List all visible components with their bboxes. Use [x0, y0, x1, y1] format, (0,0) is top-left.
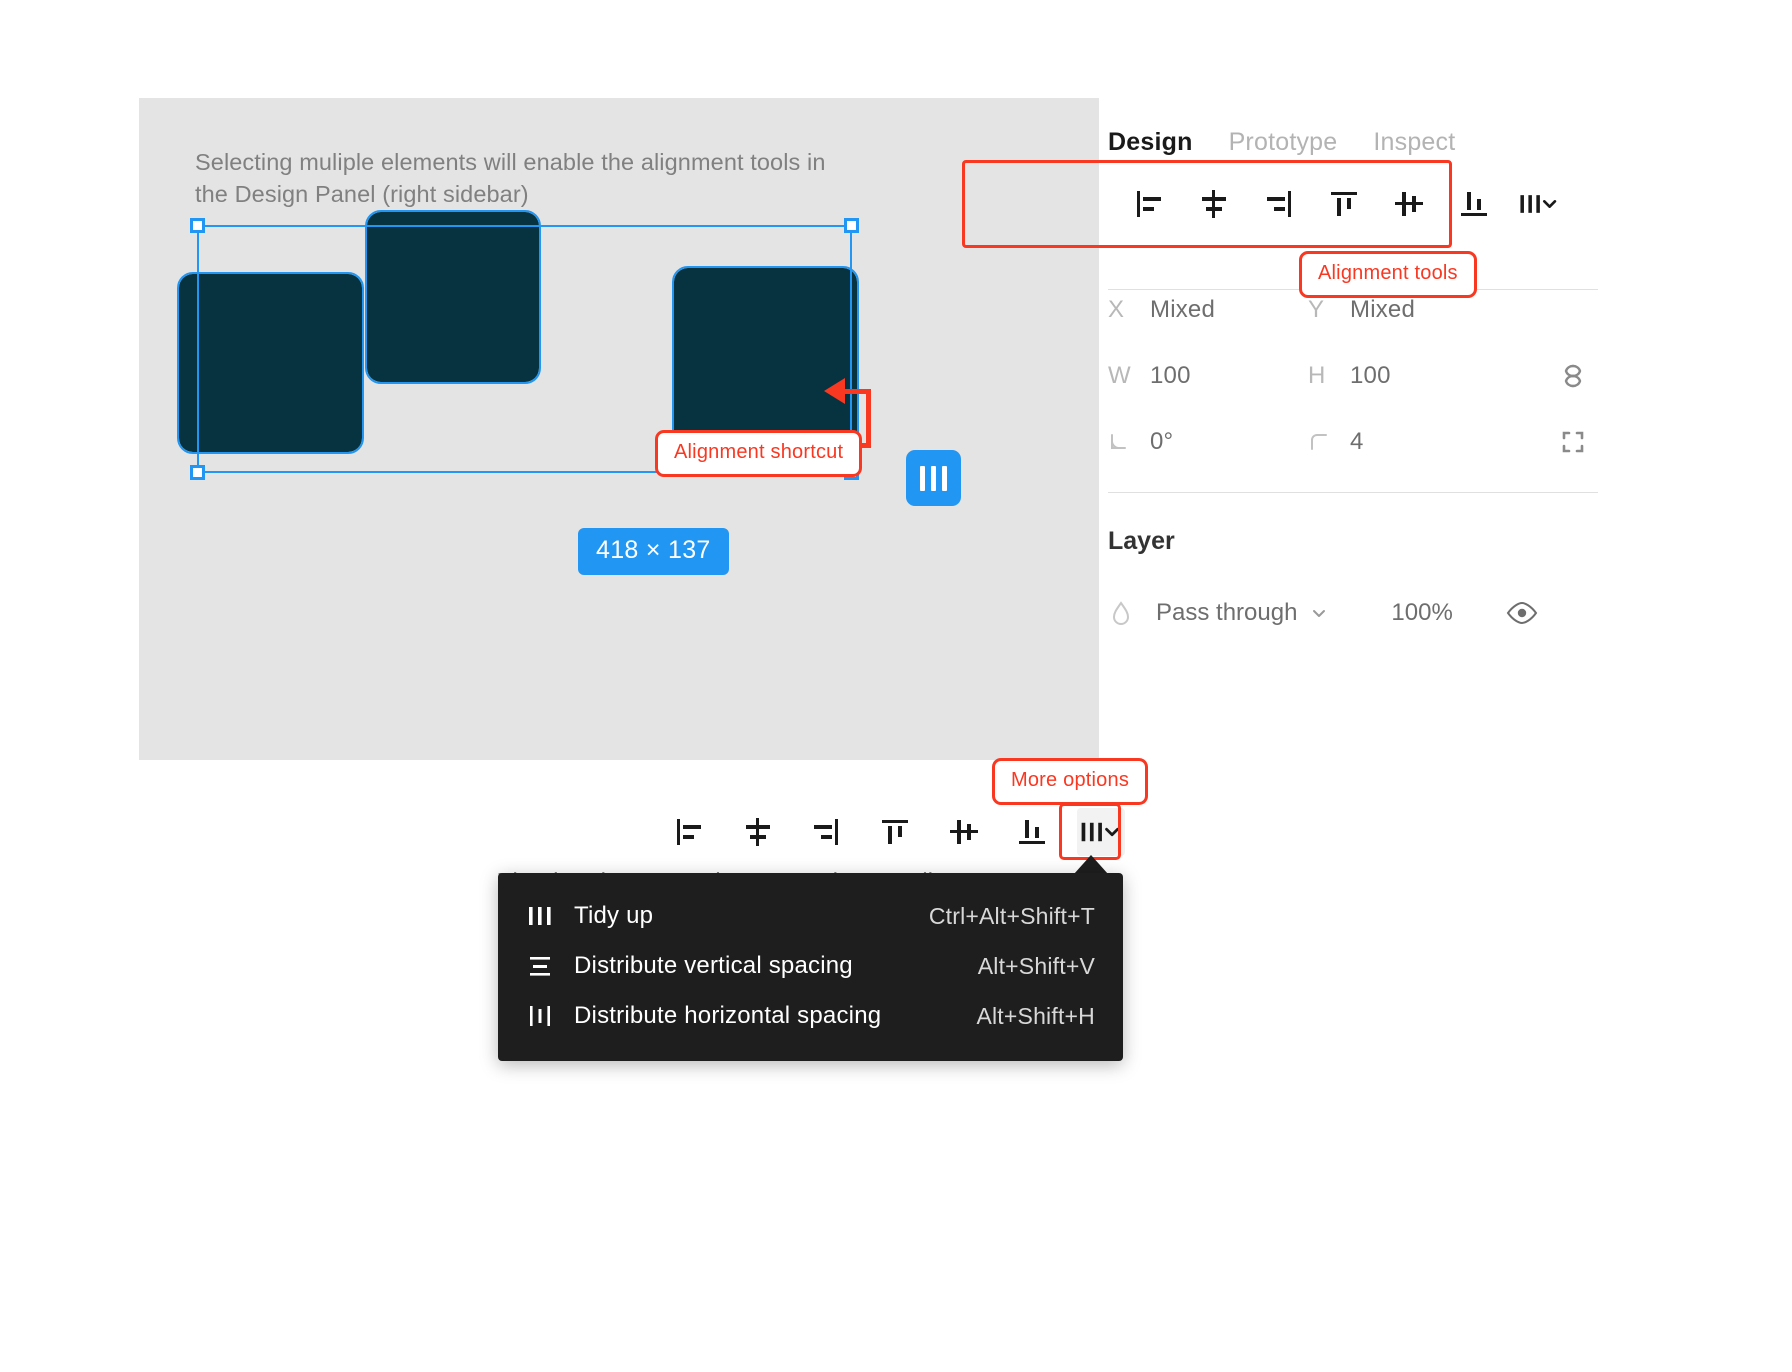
callout-more-options: More options [992, 758, 1149, 805]
menu-item-tidy-up[interactable]: Tidy up Ctrl+Alt+Shift+T [498, 891, 1123, 941]
property-label-h: H [1308, 362, 1326, 389]
align-left-icon[interactable] [665, 808, 713, 856]
callout-alignment-tools: Alignment tools [1299, 251, 1477, 298]
align-shortcut-icon-bar [942, 465, 947, 491]
property-corner-radius[interactable]: 4 [1308, 428, 1508, 456]
design-canvas[interactable]: Selecting muliple elements will enable t… [139, 98, 1099, 760]
callout-arrow-icon [824, 378, 845, 404]
menu-item-shortcut: Alt+Shift+H [976, 1002, 1095, 1029]
property-row-size: W 100 H 100 [1108, 355, 1598, 397]
menu-item-label: Distribute horizontal spacing [574, 1002, 882, 1029]
property-value-x: Mixed [1150, 296, 1216, 323]
property-value-corner-radius: 4 [1350, 428, 1364, 455]
highlight-box-dropdown-button [1059, 803, 1121, 860]
panel-divider-bottom [1108, 492, 1598, 493]
property-x[interactable]: X Mixed [1108, 296, 1308, 324]
rotation-icon [1108, 431, 1132, 453]
menu-item-distribute-horizontal-spacing[interactable]: Distribute horizontal spacing Alt+Shift+… [498, 991, 1123, 1041]
align-shortcut-icon-bar [931, 465, 936, 491]
canvas-note-text: Selecting muliple elements will enable t… [195, 149, 826, 208]
property-width[interactable]: W 100 [1108, 362, 1308, 390]
menu-item-label: Distribute vertical spacing [574, 952, 853, 979]
property-y[interactable]: Y Mixed [1308, 296, 1508, 324]
layer-opacity-value[interactable]: 100% [1391, 599, 1452, 627]
property-row-rotation-radius: 0° 4 [1108, 421, 1598, 463]
align-right-icon[interactable] [802, 808, 850, 856]
callout-alignment-shortcut: Alignment shortcut [655, 430, 863, 477]
property-value-w: 100 [1150, 362, 1191, 389]
align-top-icon[interactable] [871, 808, 919, 856]
menu-item-shortcut: Alt+Shift+V [977, 952, 1095, 979]
menu-item-label: Tidy up [574, 902, 654, 929]
distribute-vertical-icon [520, 951, 560, 981]
constrain-proportions-icon[interactable] [1556, 359, 1590, 393]
selection-size-badge: 418 × 137 [578, 528, 729, 575]
blend-mode-label: Pass through [1156, 599, 1298, 626]
tidy-up-icon [520, 901, 560, 931]
tab-inspect[interactable]: Inspect [1373, 128, 1455, 157]
property-label-x: X [1108, 296, 1125, 323]
property-label-w: W [1108, 362, 1131, 389]
selection-handle-top-left[interactable] [190, 218, 205, 233]
property-height[interactable]: H 100 [1308, 362, 1508, 390]
align-horizontal-centers-icon[interactable] [734, 808, 782, 856]
chevron-down-icon [1309, 603, 1329, 623]
screenshot-root: Selecting muliple elements will enable t… [0, 0, 1792, 1372]
align-bottom-icon[interactable] [1451, 181, 1497, 227]
property-rotation[interactable]: 0° [1108, 428, 1308, 456]
blend-mode-dropdown[interactable]: Pass through [1156, 599, 1329, 627]
align-shortcut-icon-bar [920, 465, 925, 491]
menu-caret-icon [1074, 855, 1108, 874]
corner-radius-icon [1308, 431, 1332, 453]
alignment-toolbar-bottom [665, 803, 1125, 860]
align-bottom-icon[interactable] [1008, 808, 1056, 856]
property-value-y: Mixed [1350, 296, 1416, 323]
align-shortcut-button[interactable] [906, 450, 961, 506]
tab-prototype[interactable]: Prototype [1229, 128, 1338, 157]
layer-section-title: Layer [1108, 527, 1175, 555]
panel-tabs: Design Prototype Inspect [1108, 128, 1455, 157]
menu-item-distribute-vertical-spacing[interactable]: Distribute vertical spacing Alt+Shift+V [498, 941, 1123, 991]
callout-connector-vertical [866, 392, 871, 447]
distribute-horizontal-icon [520, 1001, 560, 1031]
selection-handle-bottom-left[interactable] [190, 465, 205, 480]
highlight-box-alignment-toolbar [962, 160, 1452, 248]
blend-droplet-icon [1108, 598, 1134, 628]
independent-corners-icon[interactable] [1556, 425, 1590, 459]
distribute-more-icon[interactable] [1516, 181, 1562, 227]
tab-design[interactable]: Design [1108, 128, 1193, 157]
eye-icon[interactable] [1505, 600, 1539, 626]
selection-handle-top-right[interactable] [844, 218, 859, 233]
align-vertical-centers-icon[interactable] [940, 808, 988, 856]
property-value-rotation: 0° [1150, 428, 1174, 455]
property-label-y: Y [1308, 296, 1325, 323]
menu-item-shortcut: Ctrl+Alt+Shift+T [928, 902, 1095, 929]
align-options-menu: Tidy up Ctrl+Alt+Shift+T Distribute vert… [498, 873, 1123, 1061]
layer-row: Pass through 100% [1108, 592, 1598, 634]
property-value-h: 100 [1350, 362, 1391, 389]
